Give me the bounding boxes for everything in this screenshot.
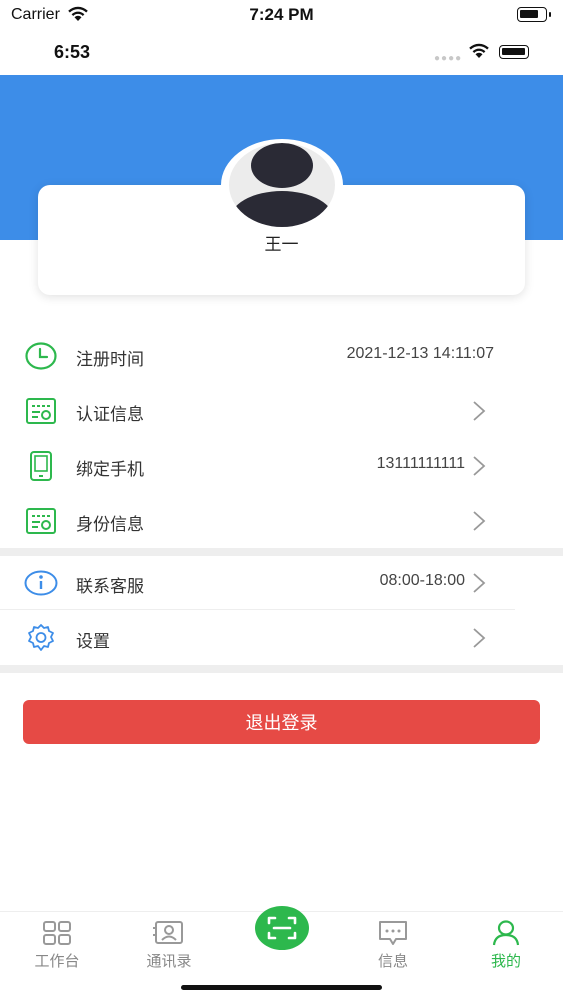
tab-messages[interactable]: 信息: [348, 918, 438, 971]
chevron-right-icon: [473, 401, 486, 421]
identity-label: 身份信息: [76, 515, 144, 534]
gear-icon: [24, 623, 58, 653]
message-icon: [348, 918, 438, 948]
scan-button[interactable]: [255, 906, 309, 950]
tab-workbench[interactable]: 工作台: [12, 918, 102, 971]
list-item-certification[interactable]: 认证信息: [0, 383, 563, 438]
avatar-head-icon: [251, 143, 313, 188]
home-indicator: [181, 985, 382, 990]
list-item-register-time: 注册时间 2021-12-13 14:11:07: [0, 328, 563, 383]
scan-icon: [267, 916, 297, 940]
certificate-icon: [24, 396, 58, 426]
phone-icon: [24, 451, 58, 481]
avatar-body-icon: [229, 191, 335, 227]
signal-dots-icon: ●●●●: [434, 53, 463, 64]
list-item-settings[interactable]: 设置: [0, 610, 563, 665]
battery-icon: [499, 45, 529, 59]
tab-messages-label: 信息: [377, 953, 408, 970]
contacts-icon: [124, 918, 214, 948]
bind-phone-value: 13111111111: [376, 455, 465, 472]
chevron-right-icon: [473, 573, 486, 593]
tab-contacts[interactable]: 通讯录: [124, 918, 214, 971]
clock-icon: [24, 341, 58, 371]
avatar[interactable]: [229, 143, 335, 227]
tab-contacts-label: 通讯录: [146, 953, 192, 970]
inner-status-bar: 6:53 ●●●●: [0, 30, 563, 75]
chevron-right-icon: [473, 628, 486, 648]
chevron-right-icon: [473, 511, 486, 531]
info-icon: [24, 568, 58, 598]
bind-phone-label: 绑定手机: [76, 460, 144, 479]
list-item-customer-service[interactable]: 联系客服 08:00-18:00: [0, 555, 563, 610]
settings-label: 设置: [76, 632, 110, 651]
person-icon: [461, 918, 551, 948]
customer-service-hours: 08:00-18:00: [379, 572, 465, 589]
user-name: 王一: [264, 235, 299, 254]
tab-workbench-label: 工作台: [34, 953, 80, 970]
list-item-bind-phone[interactable]: 绑定手机 13111111111: [0, 438, 563, 493]
list-item-identity[interactable]: 身份信息: [0, 493, 563, 548]
register-time-label: 注册时间: [76, 350, 144, 369]
section-divider: [0, 665, 563, 673]
register-time-value: 2021-12-13 14:11:07: [346, 345, 494, 362]
certification-label: 认证信息: [76, 405, 144, 424]
wifi-icon: [469, 43, 489, 58]
customer-service-label: 联系客服: [76, 577, 144, 596]
outer-time: 7:24 PM: [249, 5, 314, 24]
outer-status-bar: Carrier 7:24 PM: [0, 0, 563, 30]
logout-button[interactable]: 退出登录: [23, 700, 540, 744]
tab-mine-label: 我的: [490, 953, 521, 970]
battery-icon: [517, 7, 551, 22]
inner-time: 6:53: [54, 42, 91, 62]
id-card-icon: [24, 506, 58, 536]
chevron-right-icon: [473, 456, 486, 476]
grid-icon: [12, 918, 102, 948]
tab-mine[interactable]: 我的: [461, 918, 551, 971]
